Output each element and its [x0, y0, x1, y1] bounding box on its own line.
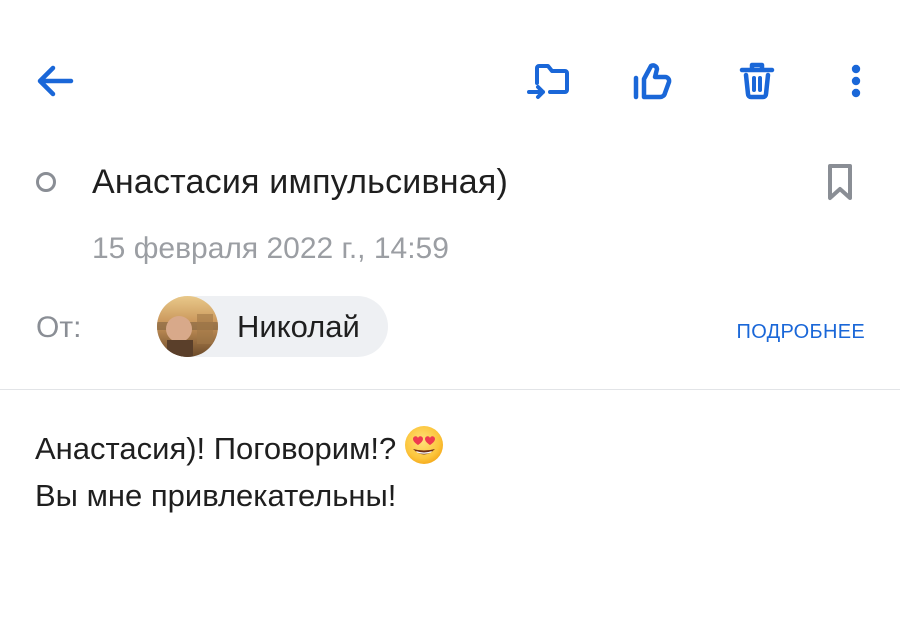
heart-eyes-emoji-icon — [404, 425, 444, 475]
trash-icon — [739, 62, 775, 100]
from-label: От: — [36, 311, 82, 344]
back-button[interactable] — [24, 50, 86, 112]
message-body: Анастасия)! Поговорим!? Вы мне привлекат… — [35, 425, 444, 516]
body-line: Вы мне привлекательны! — [35, 478, 397, 513]
sender-name: Николай — [237, 308, 360, 344]
email-view: Анастасия импульсивная) 15 февраля 2022 … — [0, 0, 900, 634]
toolbar — [0, 50, 900, 112]
avatar — [157, 296, 218, 357]
more-vertical-icon — [851, 64, 861, 98]
bookmark-button[interactable] — [818, 160, 862, 204]
message-subject: Анастасия импульсивная) — [92, 163, 508, 201]
more-options-button[interactable] — [825, 50, 887, 112]
thumbs-up-icon — [633, 63, 672, 100]
delete-button[interactable] — [726, 50, 788, 112]
sender-chip[interactable]: Николай — [157, 296, 388, 357]
body-line: Анастасия)! Поговорим!? — [35, 425, 444, 475]
read-status-toggle[interactable] — [36, 172, 56, 192]
folder-move-icon — [527, 64, 569, 99]
arrow-left-icon — [37, 65, 74, 97]
bookmark-icon — [828, 164, 852, 200]
divider — [0, 389, 900, 390]
details-link[interactable]: ПОДРОБНЕЕ — [737, 321, 865, 344]
like-button[interactable] — [621, 50, 683, 112]
message-date: 15 февраля 2022 г., 14:59 — [92, 232, 449, 265]
subject-row: Анастасия импульсивная) — [0, 160, 900, 212]
move-to-folder-button[interactable] — [517, 50, 579, 112]
body-line-text: Анастасия)! Поговорим!? — [35, 431, 397, 466]
